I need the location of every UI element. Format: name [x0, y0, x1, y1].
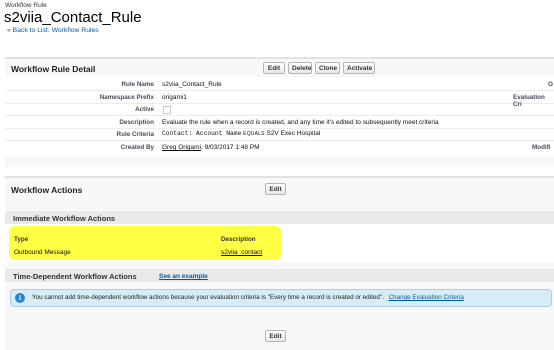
detail-fields	[5, 77, 554, 157]
col-description-header: Description	[221, 236, 256, 243]
right-label-evaluation: Evaluation Cri	[513, 94, 545, 108]
rule-criteria-value: Contact: Account Name EQUALS S2V Exec Ho…	[162, 130, 320, 137]
bottom-edit-button[interactable]: Edit	[265, 330, 286, 342]
created-by-label: Created By	[120, 144, 154, 151]
right-label-owner: O	[548, 81, 553, 88]
detail-section-title: Workflow Rule Detail	[11, 64, 96, 74]
right-label-modified: Modifi	[532, 144, 551, 151]
back-to-list-link[interactable]: « Back to List: Workflow Rules	[7, 27, 99, 34]
edit-button[interactable]: Edit	[263, 62, 285, 74]
activate-button[interactable]: Activate	[343, 62, 375, 74]
rule-name-value: s2viia_Contact_Rule	[162, 81, 222, 88]
created-by-user-link[interactable]: Greg Origami	[162, 144, 201, 151]
immediate-actions-title: Immediate Workflow Actions	[13, 214, 116, 223]
description-value: Evaluate the rule when a record is creat…	[162, 119, 439, 126]
info-message: You cannot add time-dependent workflow a…	[32, 294, 384, 301]
criteria-operator: EQUALS	[243, 131, 265, 137]
namespace-prefix-label: Namespace Prefix	[99, 94, 154, 101]
active-label: Active	[135, 106, 154, 113]
actions-section-title: Workflow Actions	[11, 185, 83, 195]
criteria-value: S2V Exec Hospital	[266, 130, 321, 137]
rule-name-label: Rule Name	[121, 81, 154, 88]
row-type-value: Outbound Message	[14, 249, 71, 256]
change-evaluation-criteria-link[interactable]: Change Evaluation Criteria	[389, 294, 464, 301]
info-message-text: You cannot add time-dependent workflow a…	[32, 294, 464, 301]
delete-button[interactable]: Delete	[288, 62, 312, 74]
page-eyebrow: Workflow Rule	[5, 2, 47, 9]
created-by-value: Greg Origami, 9/03/2017 1:48 PM	[162, 144, 260, 151]
namespace-prefix-value: origami1	[162, 94, 187, 101]
row-description-link[interactable]: s2viia_contact	[221, 249, 262, 256]
actions-edit-button[interactable]: Edit	[265, 183, 286, 195]
criteria-field: Contact: Account Name	[162, 130, 242, 137]
actions-panel	[5, 176, 554, 350]
page-title: s2viia_Contact_Rule	[4, 9, 142, 26]
time-dependent-title: Time-Dependent Workflow Actions	[13, 272, 137, 281]
clone-button[interactable]: Clone	[315, 62, 340, 74]
active-checkbox	[163, 106, 171, 114]
rule-criteria-label: Rule Criteria	[116, 131, 154, 138]
created-date: , 9/03/2017 1:48 PM	[201, 144, 260, 151]
see-example-link[interactable]: See an example	[159, 273, 208, 280]
description-label: Description	[119, 119, 154, 126]
info-icon: i	[15, 293, 25, 303]
col-type-header: Type	[14, 236, 29, 243]
